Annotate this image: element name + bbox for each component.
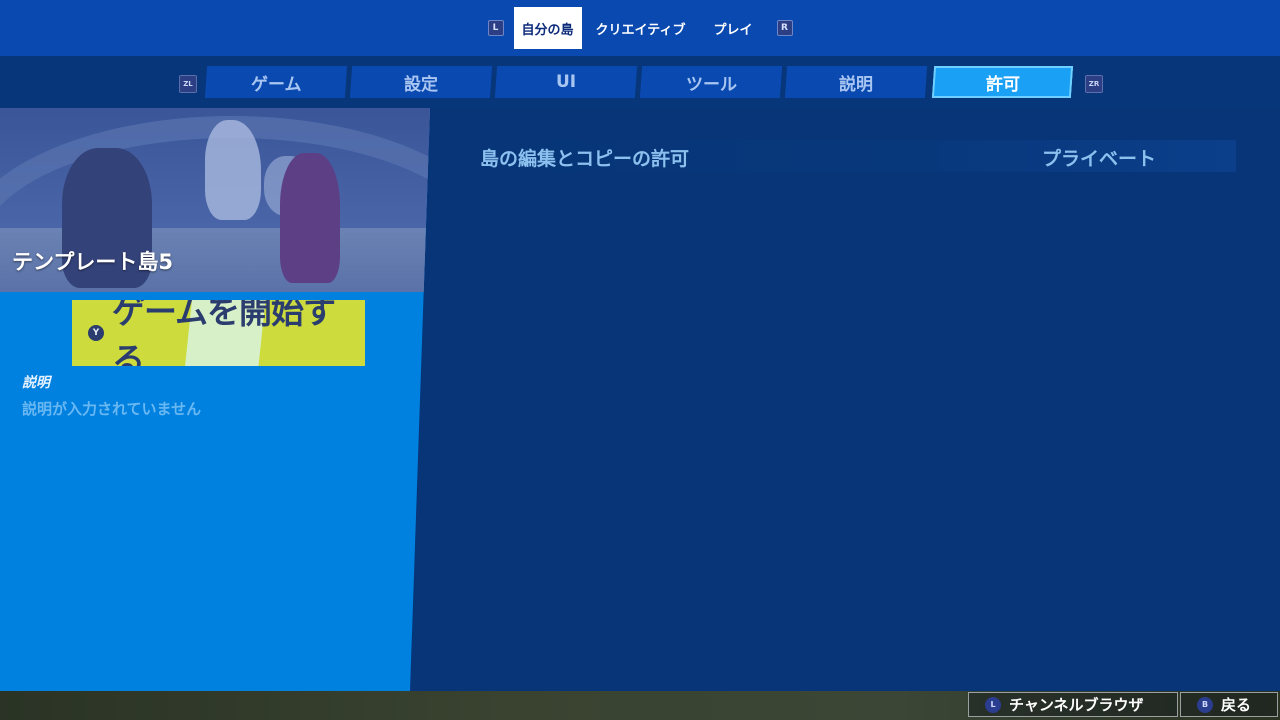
subtab-settings-label: 設定 <box>404 74 438 95</box>
subtab-description-label: 説明 <box>839 74 873 95</box>
zl-button-hint: ZL <box>179 75 197 93</box>
b-button-icon: B <box>1197 696 1213 713</box>
zr-button-hint: ZR <box>1085 75 1103 93</box>
description-text: 説明が入力されていません <box>22 400 202 418</box>
subtab-permissions[interactable]: 許可 <box>931 66 1074 98</box>
tab-my-island[interactable]: 自分の島 <box>513 7 582 49</box>
subtab-ui-label: UI <box>555 72 577 92</box>
tab-play[interactable]: プレイ <box>699 0 766 56</box>
subtab-ui[interactable]: UI <box>494 66 638 98</box>
bottom-action-bar: L チャンネルブラウザ B 戻る <box>0 691 1280 720</box>
r-button-hint: R <box>776 20 793 36</box>
island-info-panel: テンプレート島5 Y ゲームを開始する 説明 説明が入力されていません <box>0 108 430 691</box>
back-button[interactable]: B 戻る <box>1180 692 1278 717</box>
y-button-icon: Y <box>88 325 104 341</box>
description-heading: 説明 <box>22 375 50 391</box>
tab-creative[interactable]: クリエイティブ <box>582 0 700 56</box>
thumbnail-rock <box>205 120 261 220</box>
subtab-tools[interactable]: ツール <box>639 66 783 98</box>
subtab-permissions-label: 許可 <box>985 74 1020 95</box>
subtab-game-label: ゲーム <box>250 74 302 95</box>
subtab-settings[interactable]: 設定 <box>349 66 493 98</box>
setting-row-edit-copy-permission[interactable]: 島の編集とコピーの許可 プライベート <box>476 140 1236 172</box>
subtab-game[interactable]: ゲーム <box>204 66 348 98</box>
top-tab-bar: L 自分の島 クリエイティブ プレイ R <box>0 0 1280 56</box>
setting-value[interactable]: プライベート <box>1042 144 1156 171</box>
start-game-button[interactable]: Y ゲームを開始する <box>72 300 365 366</box>
island-title: テンプレート島5 <box>12 250 173 274</box>
back-label: 戻る <box>1221 696 1252 714</box>
setting-label: 島の編集とコピーの許可 <box>480 148 690 170</box>
left-stick-icon: L <box>985 696 1001 713</box>
start-game-label: ゲームを開始する <box>112 300 336 366</box>
island-thumbnail: テンプレート島5 <box>0 108 430 292</box>
thumbnail-character-2 <box>280 153 340 283</box>
subtab-description[interactable]: 説明 <box>784 66 928 98</box>
channel-browser-button[interactable]: L チャンネルブラウザ <box>968 692 1178 717</box>
channel-browser-label: チャンネルブラウザ <box>1009 696 1144 714</box>
l-button-hint: L <box>487 20 504 36</box>
subtab-tools-label: ツール <box>685 74 737 95</box>
permissions-panel: 島の編集とコピーの許可 プライベート <box>430 108 1280 691</box>
